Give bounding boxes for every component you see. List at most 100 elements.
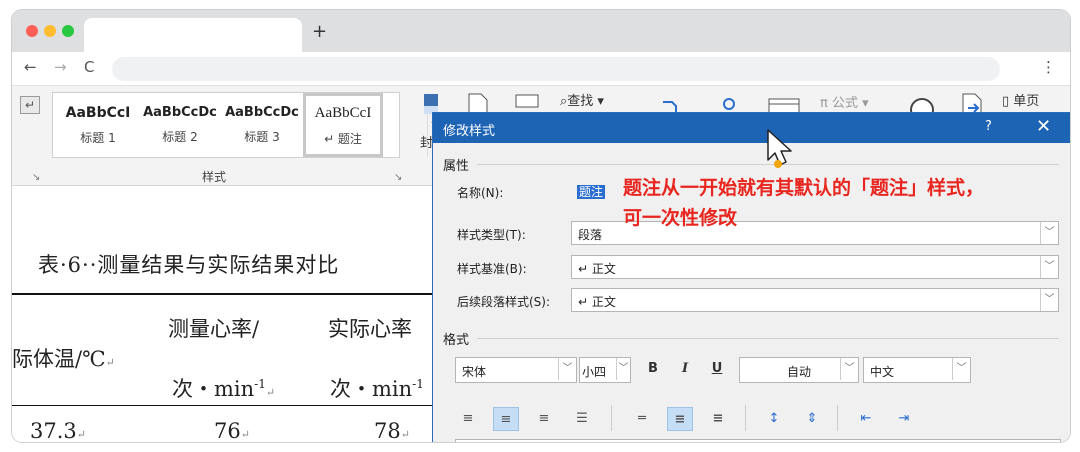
style-type-label: 样式类型(T): — [457, 228, 526, 242]
style-label: 标题 2 — [162, 130, 198, 144]
active-tab[interactable] — [84, 18, 302, 52]
single-spacing-icon[interactable]: ═ — [629, 407, 655, 431]
style-gallery: AaBbCcI 标题 1 AaBbCcDc 标题 2 AaBbCcDc 标题 3… — [52, 92, 438, 158]
chevron-down-icon[interactable]: ﹀ — [1040, 222, 1058, 244]
font-select[interactable]: 宋体 ﹀ — [455, 357, 577, 383]
find-label: 查找 ▾ — [567, 94, 604, 109]
cell-value: 78 — [374, 419, 401, 442]
chevron-down-icon[interactable]: ﹀ — [952, 358, 970, 380]
close-window-button[interactable] — [26, 25, 38, 37]
increase-spacing-icon[interactable]: ↕ — [761, 407, 787, 431]
help-button[interactable]: ? — [985, 119, 992, 134]
header-col1: 际体温/℃↵ — [12, 343, 115, 373]
one-half-spacing-icon[interactable]: ≡ — [667, 407, 693, 431]
style-heading-3[interactable]: AaBbCcDc 标题 3 — [221, 93, 303, 157]
underline-button[interactable]: U — [707, 361, 727, 376]
browser-window: + ← → C ⋮ ↵ AaBbCcI 标题 1 AaBbCcDc 标题 2 A… — [12, 10, 1070, 442]
style-caption[interactable]: AaBbCcI ↵ 题注 — [303, 93, 383, 157]
format-section-label: 格式 — [443, 333, 470, 348]
font-value: 宋体 — [462, 365, 487, 379]
box-icon[interactable] — [510, 94, 540, 110]
chevron-down-icon[interactable]: ﹀ — [1040, 256, 1058, 278]
chevron-down-icon[interactable]: ﹀ — [840, 358, 858, 380]
single-page-label: 单页 — [1013, 94, 1040, 109]
header-col3-line1: 实际心率 — [328, 317, 412, 341]
url-bar[interactable] — [112, 57, 1000, 81]
next-style-label: 后续段落样式(S): — [457, 295, 551, 309]
style-heading-1[interactable]: AaBbCcI 标题 1 — [57, 93, 139, 157]
divider — [477, 338, 1059, 339]
italic-button[interactable]: I — [675, 361, 695, 376]
font-color-value: 自动 — [786, 365, 811, 379]
bold-button[interactable]: B — [643, 361, 663, 376]
document-page[interactable]: 表·6··测量结果与实际结果对比 际体温/℃↵ 测量心率/ 次・min-1↵ 实… — [12, 187, 434, 442]
cell-value: 37.3 — [30, 419, 77, 442]
divider — [745, 405, 746, 431]
paragraph-mark: ↵ — [105, 356, 115, 369]
formula-button[interactable]: π 公式 ▾ — [820, 92, 869, 111]
based-on-value: ↵ 正文 — [578, 262, 616, 276]
styles-launcher-icon[interactable]: ↘ — [394, 172, 402, 183]
decrease-indent-icon[interactable]: ⇤ — [853, 407, 879, 431]
style-type-value: 段落 — [578, 228, 603, 242]
chevron-down-icon[interactable]: ﹀ — [558, 358, 576, 380]
chevron-down-icon[interactable]: ﹀ — [1040, 289, 1058, 311]
next-style-select[interactable]: ↵ 正文 ﹀ — [571, 288, 1059, 312]
paragraph-mark: ↵ — [400, 428, 410, 441]
dialog-launcher-icon[interactable]: ↘ — [32, 172, 40, 183]
table-cell: 78↵ — [374, 419, 410, 442]
find-button[interactable]: ⌕查找 ▾ — [560, 90, 604, 109]
minimize-window-button[interactable] — [44, 25, 56, 37]
table-header-rule — [12, 405, 434, 406]
align-center-icon[interactable]: ≡ — [493, 407, 519, 431]
dialog-titlebar: 修改样式 ? ✕ — [433, 113, 1070, 143]
script-select[interactable]: 中文 ﹀ — [863, 357, 971, 383]
chevron-down-icon[interactable]: ﹀ — [616, 358, 630, 380]
reload-button[interactable]: C — [84, 58, 94, 76]
based-on-select[interactable]: ↵ 正文 ﹀ — [571, 255, 1059, 279]
header-col3-line2: 次・min-1 — [330, 373, 424, 403]
style-label: 标题 3 — [244, 130, 280, 144]
justify-icon[interactable]: ☰ — [569, 407, 595, 431]
annotation-callout: 题注从一开始就有其默认的「题注」样式， 可一次性修改 — [623, 173, 984, 233]
paragraph-mark-icon[interactable]: ↵ — [20, 96, 40, 114]
increase-indent-icon[interactable]: ⇥ — [891, 407, 917, 431]
annotation-line-1: 题注从一开始就有其默认的「题注」样式， — [623, 177, 985, 199]
styles-group-label: 样式 — [202, 170, 227, 184]
align-left-icon[interactable]: ≡ — [455, 407, 481, 431]
back-button[interactable]: ← — [24, 58, 37, 76]
style-preview-pane — [455, 439, 1061, 442]
size-select[interactable]: 小四 ﹀ — [579, 357, 631, 383]
table-cell: 37.3↵ — [30, 419, 86, 442]
based-on-label: 样式基准(B): — [457, 262, 527, 276]
decrease-spacing-icon[interactable]: ⇕ — [799, 407, 825, 431]
mouse-cursor-icon — [767, 129, 792, 168]
align-right-icon[interactable]: ≡ — [531, 407, 557, 431]
close-button[interactable]: ✕ — [1036, 116, 1051, 137]
properties-section-label: 属性 — [443, 159, 470, 174]
style-label: ↵ 题注 — [324, 132, 362, 146]
font-color-select[interactable]: 自动 ﹀ — [739, 357, 859, 383]
address-toolbar: ← → C ⋮ — [12, 52, 1070, 86]
modify-style-dialog: 修改样式 ? ✕ 属性 名称(N): 题注 样式类型(T): 段落 ﹀ 样式基准(… — [432, 112, 1070, 442]
superscript: -1 — [254, 377, 266, 391]
header-col1-text: 际体温/℃ — [12, 347, 106, 371]
annotation-line-2: 可一次性修改 — [623, 207, 738, 229]
name-label: 名称(N): — [457, 186, 504, 200]
style-preview: AaBbCcDc — [143, 105, 217, 120]
style-heading-2[interactable]: AaBbCcDc 标题 2 — [139, 93, 221, 157]
paragraph-mark: ↵ — [240, 428, 250, 441]
cell-value: 76 — [214, 419, 241, 442]
double-spacing-icon[interactable]: ≡ — [705, 407, 731, 431]
forward-button[interactable]: → — [54, 58, 67, 76]
maximize-window-button[interactable] — [62, 25, 74, 37]
browser-menu-button[interactable]: ⋮ — [1041, 58, 1056, 76]
dialog-title: 修改样式 — [443, 124, 496, 139]
single-page-button[interactable]: ▯ 单页 — [1002, 90, 1039, 109]
name-field[interactable]: 题注 — [571, 179, 611, 203]
table-cell: 76↵ — [214, 419, 250, 442]
paragraph-mark: ↵ — [76, 428, 86, 441]
table-caption[interactable]: 表·6··测量结果与实际结果对比 — [38, 249, 339, 279]
divider — [611, 405, 612, 431]
new-tab-button[interactable]: + — [312, 21, 327, 42]
